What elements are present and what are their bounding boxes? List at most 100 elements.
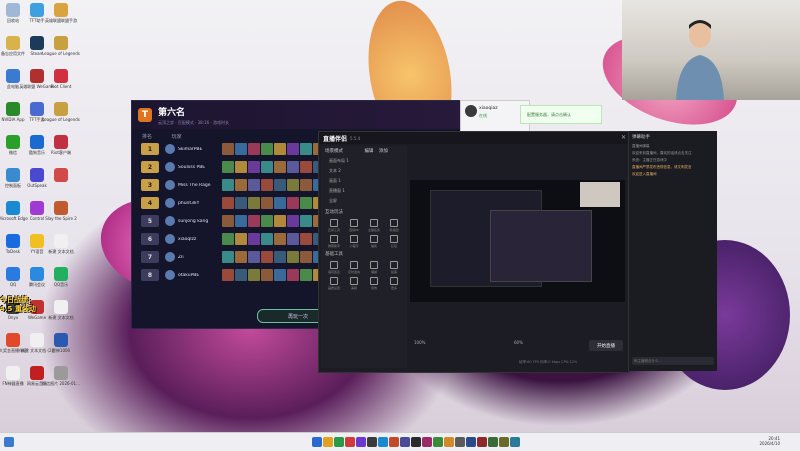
scene-item[interactable]: 全屏 bbox=[321, 196, 407, 206]
tool-button[interactable]: 更多 bbox=[385, 276, 403, 290]
taskbar-app-icon[interactable] bbox=[356, 437, 366, 447]
taskbar-app-icon[interactable] bbox=[444, 437, 454, 447]
desktop-icon[interactable]: Slay the Spire 2 bbox=[45, 201, 77, 221]
desktop-icon[interactable]: 新建 文本文档 bbox=[48, 300, 74, 320]
tool-button[interactable]: 主播任务 bbox=[365, 218, 383, 232]
scene-item[interactable]: 直播窗 1 bbox=[321, 186, 407, 196]
taskbar-app-icon[interactable] bbox=[312, 437, 322, 447]
champion-icon bbox=[261, 179, 273, 191]
chat-input[interactable]: 和主播聊点什么... bbox=[632, 357, 714, 365]
taskbar-app-icon[interactable] bbox=[378, 437, 388, 447]
desktop-icon[interactable]: 腾讯会议 bbox=[24, 267, 50, 287]
tab-scene[interactable]: 场景模式 bbox=[325, 149, 343, 154]
taskbar-app-icon[interactable] bbox=[477, 437, 487, 447]
app-icon bbox=[30, 69, 44, 83]
tool-button[interactable]: 美颜 bbox=[345, 276, 363, 290]
scene-item[interactable]: 画面 1 bbox=[321, 176, 407, 186]
go-live-button[interactable]: 开始直播 bbox=[589, 340, 623, 351]
tool-button[interactable]: 粉丝团 bbox=[385, 218, 403, 232]
scene-item[interactable]: 画面布局 1 bbox=[321, 156, 407, 166]
taskbar-app-icon[interactable] bbox=[389, 437, 399, 447]
desktop-icon[interactable]: FN神器直播 bbox=[0, 366, 26, 386]
app-icon bbox=[30, 36, 44, 50]
tool-button[interactable]: 福袋 bbox=[365, 260, 383, 274]
player-name: Soulxss PBE bbox=[178, 164, 206, 170]
tool-button[interactable]: 投票 bbox=[385, 260, 403, 274]
champion-icon bbox=[235, 269, 247, 281]
rank-badge: 1 bbox=[141, 143, 159, 155]
tab-edit[interactable]: 编辑 bbox=[364, 149, 373, 154]
taskbar-app-icon[interactable] bbox=[345, 437, 355, 447]
desktop-icon[interactable]: OutSpeak bbox=[24, 168, 50, 188]
champion-icon bbox=[300, 269, 312, 281]
tab-add[interactable]: 添加 bbox=[379, 149, 388, 154]
taskbar-app-icon[interactable] bbox=[455, 437, 465, 447]
desktop-icon[interactable]: League of Legends bbox=[42, 36, 80, 56]
desktop-icon-label: 备忘应用文件 bbox=[1, 51, 25, 56]
taskbar-app-icon[interactable] bbox=[334, 437, 344, 447]
tool-button[interactable]: 定时发言 bbox=[345, 260, 363, 274]
notification-bar[interactable]: 配置服务器，请点击确认 bbox=[520, 105, 602, 124]
taskbar-app-icon[interactable] bbox=[400, 437, 410, 447]
tool-button[interactable]: 小程序 bbox=[345, 234, 363, 248]
desktop-icon[interactable]: 控制面板 bbox=[0, 168, 26, 188]
desktop-icon[interactable]: Riot Client bbox=[48, 69, 74, 89]
tool-button[interactable]: 音效 bbox=[365, 276, 383, 290]
tool-button[interactable]: 连线PK bbox=[345, 218, 363, 232]
champion-icon bbox=[300, 179, 312, 191]
desktop-icon[interactable]: 微信图片 2026-01... bbox=[42, 366, 80, 386]
taskbar-app-icon[interactable] bbox=[422, 437, 432, 447]
start-icon[interactable] bbox=[4, 437, 14, 447]
desktop-icon[interactable]: 备忘应用文件 bbox=[0, 36, 26, 56]
rank-badge: 3 bbox=[141, 179, 159, 191]
app-icon bbox=[30, 201, 44, 215]
desktop-icon-label: Riot客户端 bbox=[51, 150, 71, 155]
tool-icon bbox=[350, 234, 358, 243]
desktop-icon[interactable]: NVIDIA App bbox=[0, 102, 26, 122]
tool-button[interactable]: 互动工具 bbox=[325, 218, 343, 232]
champion-icon bbox=[222, 269, 234, 281]
taskbar-app-icon[interactable] bbox=[323, 437, 333, 447]
scene-item[interactable]: 文本 2 bbox=[321, 166, 407, 176]
desktop-icon[interactable]: QQ音乐 bbox=[48, 267, 74, 287]
desktop-icon[interactable]: YY语音 bbox=[24, 234, 50, 254]
taskbar-app-icon[interactable] bbox=[367, 437, 377, 447]
overlay-line1: 今日战绩: bbox=[0, 296, 31, 304]
app-icon bbox=[6, 201, 20, 215]
taskbar-app-icon[interactable] bbox=[433, 437, 443, 447]
taskbar-app-icon[interactable] bbox=[499, 437, 509, 447]
desktop-icon-label: WeGame bbox=[27, 315, 47, 320]
desktop-icon[interactable]: 回收站 bbox=[0, 3, 26, 23]
desktop-icon[interactable]: 新建 文本文档 (2) bbox=[21, 333, 53, 353]
tool-button[interactable]: 弹幕助手 bbox=[325, 234, 343, 248]
desktop-icon[interactable]: 酷狗音乐 bbox=[24, 135, 50, 155]
close-icon[interactable]: ✕ bbox=[621, 134, 626, 141]
desktop-icon[interactable]: Riot客户端 bbox=[48, 135, 74, 155]
taskbar-app-icon[interactable] bbox=[466, 437, 476, 447]
tool-button[interactable]: 红包 bbox=[385, 234, 403, 248]
desktop-icon[interactable]: 英雄联盟联盟手游 bbox=[45, 3, 77, 23]
desktop-icon[interactable]: 新建 文本文档 bbox=[48, 234, 74, 254]
desktop-icon[interactable]: 雷神1000 bbox=[48, 333, 74, 353]
desktop-icon-label: 微信 bbox=[9, 150, 17, 155]
player-name: Zli bbox=[178, 254, 184, 260]
champion-icon bbox=[287, 215, 299, 227]
desktop-icon[interactable]: Microsoft Edge bbox=[0, 201, 28, 221]
stream-preview[interactable] bbox=[410, 180, 625, 302]
status-bar: 帧率:60 FPS 码率:0 kbps CPU:12% bbox=[519, 360, 578, 364]
tool-button[interactable]: 画质设置 bbox=[325, 276, 343, 290]
tool-label: 福袋 bbox=[370, 269, 377, 274]
tool-button[interactable]: 语音连麦 bbox=[325, 260, 343, 274]
tool-button[interactable]: 抽奖 bbox=[365, 234, 383, 248]
desktop-icon-label: 新建 文本文档 bbox=[48, 315, 74, 320]
desktop-icon[interactable]: QQ bbox=[0, 267, 26, 287]
taskbar-app-icon[interactable] bbox=[510, 437, 520, 447]
desktop-icon[interactable]: 微信 bbox=[0, 135, 26, 155]
play-again-label: 再玩一次 bbox=[287, 313, 308, 320]
desktop-icon[interactable]: 英雄联盟 WeGame bbox=[19, 69, 55, 89]
desktop-icon[interactable] bbox=[48, 168, 74, 183]
taskbar-app-icon[interactable] bbox=[488, 437, 498, 447]
taskbar-app-icon[interactable] bbox=[411, 437, 421, 447]
desktop-icon[interactable]: ToDesk bbox=[0, 234, 26, 254]
desktop-icon[interactable]: League of Legends bbox=[42, 102, 80, 122]
